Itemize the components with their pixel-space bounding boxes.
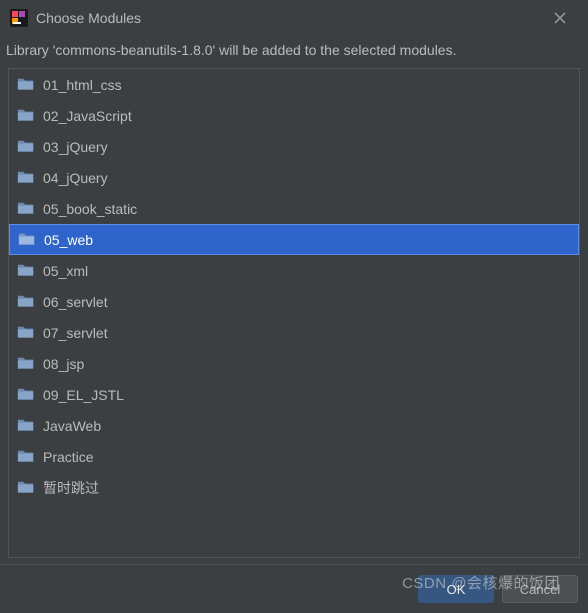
folder-icon xyxy=(17,480,35,495)
module-label: Practice xyxy=(43,449,94,465)
folder-icon xyxy=(17,418,35,433)
folder-icon xyxy=(17,139,35,154)
folder-icon xyxy=(17,108,35,123)
info-text: Library 'commons-beanutils-1.8.0' will b… xyxy=(0,36,588,68)
folder-icon xyxy=(18,232,36,247)
list-item[interactable]: 05_web xyxy=(9,224,579,255)
app-icon xyxy=(10,9,28,27)
list-item[interactable]: JavaWeb xyxy=(9,410,579,441)
module-label: 07_servlet xyxy=(43,325,108,341)
module-label: 05_book_static xyxy=(43,201,137,217)
list-item[interactable]: 01_html_css xyxy=(9,69,579,100)
cancel-button[interactable]: Cancel xyxy=(502,575,578,603)
divider xyxy=(0,564,588,565)
module-label: 暂时跳过 xyxy=(43,478,99,498)
folder-icon xyxy=(17,77,35,92)
module-label: 03_jQuery xyxy=(43,139,108,155)
module-label: 01_html_css xyxy=(43,77,122,93)
list-item[interactable]: 09_EL_JSTL xyxy=(9,379,579,410)
folder-icon xyxy=(17,294,35,309)
list-item[interactable]: 07_servlet xyxy=(9,317,579,348)
module-list[interactable]: 01_html_css 02_JavaScript 03_jQuery 04_j… xyxy=(8,68,580,558)
list-item[interactable]: 04_jQuery xyxy=(9,162,579,193)
button-bar: OK Cancel xyxy=(418,575,578,603)
module-label: 04_jQuery xyxy=(43,170,108,186)
titlebar: Choose Modules xyxy=(0,0,588,36)
list-item[interactable]: 05_xml xyxy=(9,255,579,286)
module-label: 05_xml xyxy=(43,263,88,279)
module-label: 08_jsp xyxy=(43,356,84,372)
folder-icon xyxy=(17,263,35,278)
ok-button[interactable]: OK xyxy=(418,575,494,603)
list-item[interactable]: 05_book_static xyxy=(9,193,579,224)
folder-icon xyxy=(17,449,35,464)
folder-icon xyxy=(17,201,35,216)
list-item[interactable]: Practice xyxy=(9,441,579,472)
list-item[interactable]: 06_servlet xyxy=(9,286,579,317)
module-label: 05_web xyxy=(44,232,93,248)
list-item[interactable]: 暂时跳过 xyxy=(9,472,579,503)
list-item[interactable]: 03_jQuery xyxy=(9,131,579,162)
list-item[interactable]: 02_JavaScript xyxy=(9,100,579,131)
folder-icon xyxy=(17,170,35,185)
module-label: 02_JavaScript xyxy=(43,108,132,124)
module-label: 09_EL_JSTL xyxy=(43,387,124,403)
folder-icon xyxy=(17,325,35,340)
folder-icon xyxy=(17,356,35,371)
module-label: JavaWeb xyxy=(43,418,101,434)
module-label: 06_servlet xyxy=(43,294,108,310)
folder-icon xyxy=(17,387,35,402)
close-button[interactable] xyxy=(542,0,578,36)
dialog-title: Choose Modules xyxy=(36,10,542,26)
list-item[interactable]: 08_jsp xyxy=(9,348,579,379)
close-icon xyxy=(554,12,566,24)
